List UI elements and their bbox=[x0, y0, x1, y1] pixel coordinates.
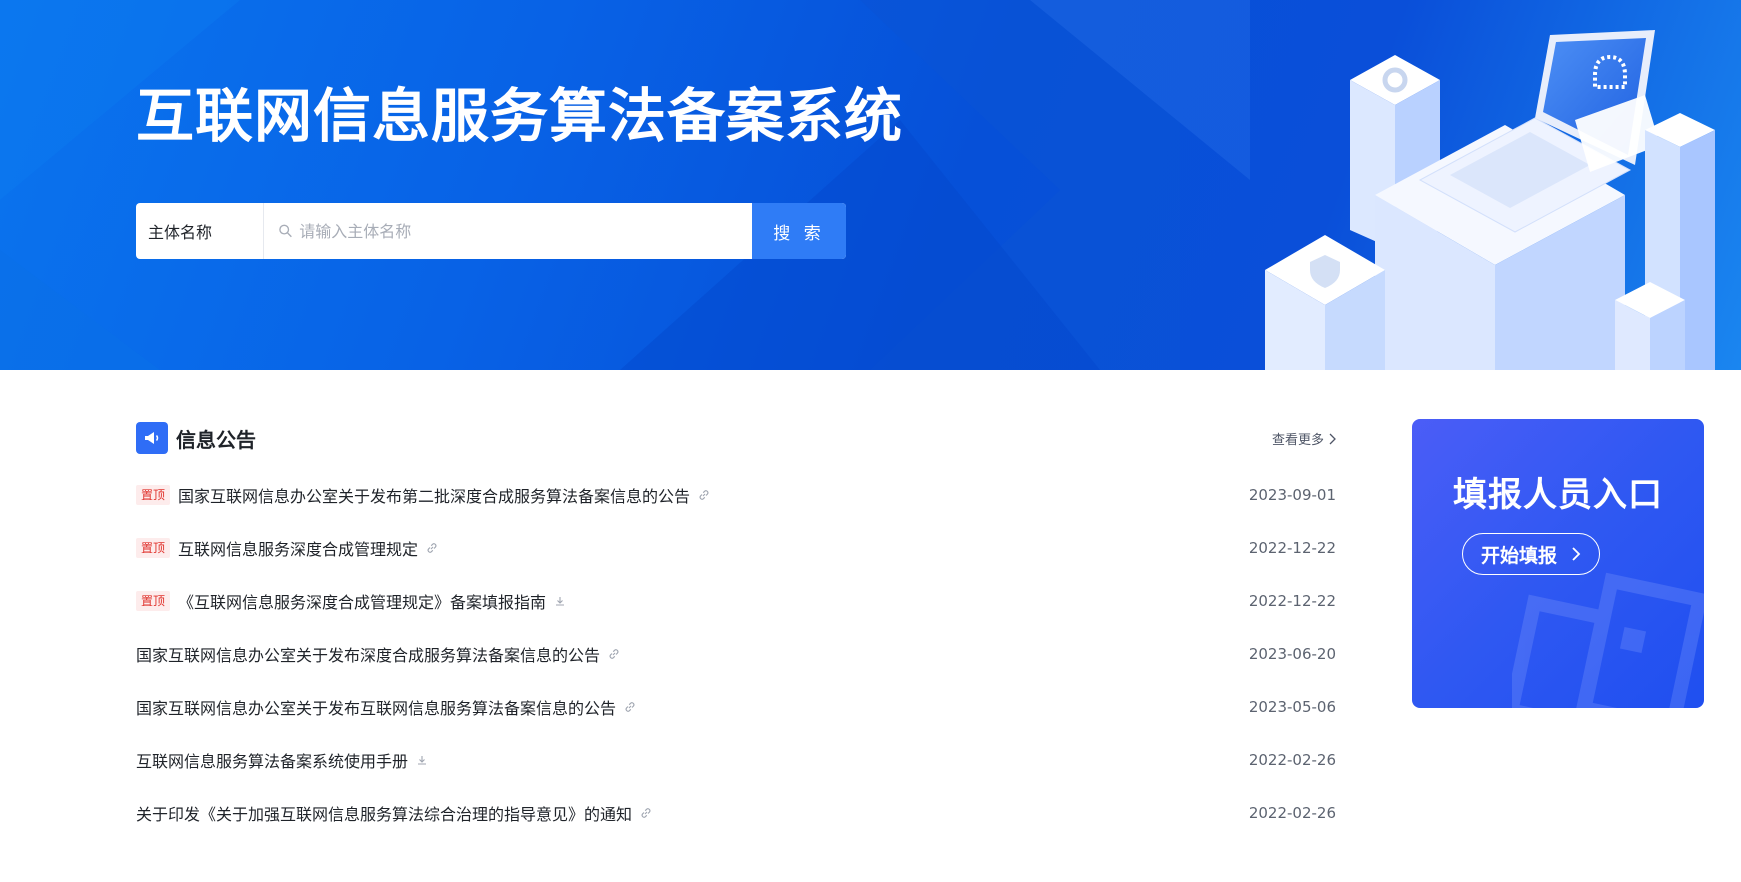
notice-date: 2023-05-06 bbox=[1248, 697, 1336, 716]
notice-date: 2022-02-26 bbox=[1248, 803, 1336, 822]
notice-header: 信息公告 查看更多 bbox=[136, 421, 1336, 455]
start-filing-label: 开始填报 bbox=[1480, 544, 1557, 567]
chevron-right-icon bbox=[1329, 433, 1336, 444]
notice-item-main: 国家互联网信息办公室关于发布深度合成服务算法备案信息的公告 bbox=[136, 642, 620, 666]
download-icon bbox=[556, 596, 565, 606]
link-icon bbox=[641, 807, 651, 818]
notice-section-title: 信息公告 bbox=[176, 428, 256, 452]
pinned-badge: 置顶 bbox=[136, 484, 171, 505]
reporter-entry-card: 填报人员入口 开始填报 bbox=[1412, 419, 1704, 708]
link-icon bbox=[625, 701, 635, 712]
search-field-wrapper bbox=[264, 203, 752, 259]
notice-date: 2023-06-20 bbox=[1248, 644, 1336, 663]
megaphone-icon bbox=[136, 422, 168, 454]
notice-item[interactable]: 置顶 互联网信息服务深度合成管理规定 2022-12-22 bbox=[136, 521, 1336, 574]
search-input[interactable] bbox=[299, 203, 752, 259]
notice-item-main: 置顶 《互联网信息服务深度合成管理规定》备案填报指南 bbox=[136, 589, 566, 613]
search-icon bbox=[279, 224, 292, 238]
link-icon bbox=[427, 542, 437, 553]
notice-item-main: 互联网信息服务算法备案系统使用手册 bbox=[136, 748, 428, 772]
notice-title-text: 国家互联网信息办公室关于发布互联网信息服务算法备案信息的公告 bbox=[136, 698, 617, 718]
building-watermark-icon bbox=[1512, 572, 1704, 708]
notice-title-text: 国家互联网信息办公室关于发布深度合成服务算法备案信息的公告 bbox=[136, 645, 601, 665]
notice-title-text: 互联网信息服务深度合成管理规定 bbox=[178, 539, 419, 559]
search-button[interactable]: 搜 索 bbox=[752, 203, 846, 259]
link-icon bbox=[699, 489, 709, 500]
notice-title-text: 《互联网信息服务深度合成管理规定》备案填报指南 bbox=[178, 592, 547, 612]
download-icon bbox=[418, 755, 427, 765]
security-illustration bbox=[1265, 30, 1715, 370]
hero-banner: 互联网信息服务算法备案系统 主体名称 搜 索 bbox=[0, 0, 1741, 370]
notice-item[interactable]: 关于印发《关于加强互联网信息服务算法综合治理的指导意见》的通知 2022-02-2… bbox=[136, 786, 1336, 839]
notice-date: 2022-12-22 bbox=[1248, 591, 1336, 610]
notice-item[interactable]: 互联网信息服务算法备案系统使用手册 2022-02-26 bbox=[136, 733, 1336, 786]
notice-item[interactable]: 置顶 《互联网信息服务深度合成管理规定》备案填报指南 2022-12-22 bbox=[136, 574, 1336, 627]
link-icon bbox=[609, 648, 619, 659]
notice-item-main: 国家互联网信息办公室关于发布互联网信息服务算法备案信息的公告 bbox=[136, 695, 636, 719]
search-bar: 主体名称 搜 索 bbox=[136, 203, 846, 259]
notice-title-text: 关于印发《关于加强互联网信息服务算法综合治理的指导意见》的通知 bbox=[136, 804, 633, 824]
pinned-badge: 置顶 bbox=[136, 537, 171, 558]
notice-item-main: 置顶 国家互联网信息办公室关于发布第二批深度合成服务算法备案信息的公告 bbox=[136, 483, 710, 507]
notice-item[interactable]: 置顶 国家互联网信息办公室关于发布第二批深度合成服务算法备案信息的公告 2023-0… bbox=[136, 468, 1336, 521]
notice-list: 置顶 国家互联网信息办公室关于发布第二批深度合成服务算法备案信息的公告 2023-0… bbox=[136, 468, 1336, 839]
notice-item-main: 置顶 互联网信息服务深度合成管理规定 bbox=[136, 536, 438, 560]
notice-date: 2022-12-22 bbox=[1248, 538, 1336, 557]
start-filing-button[interactable]: 开始填报 bbox=[1462, 533, 1600, 575]
notice-item-main: 关于印发《关于加强互联网信息服务算法综合治理的指导意见》的通知 bbox=[136, 801, 652, 825]
view-more-label: 查看更多 bbox=[1271, 433, 1324, 448]
notice-title-text: 互联网信息服务算法备案系统使用手册 bbox=[136, 751, 409, 771]
view-more-link[interactable]: 查看更多 bbox=[1272, 429, 1336, 448]
pinned-badge: 置顶 bbox=[136, 590, 171, 611]
search-type-select[interactable]: 主体名称 bbox=[136, 203, 264, 259]
notice-item[interactable]: 国家互联网信息办公室关于发布互联网信息服务算法备案信息的公告 2023-05-06 bbox=[136, 680, 1336, 733]
entry-card-title: 填报人员入口 bbox=[1453, 475, 1663, 515]
notice-date: 2022-02-26 bbox=[1248, 750, 1336, 769]
notice-date: 2023-09-01 bbox=[1248, 485, 1336, 504]
system-title: 互联网信息服务算法备案系统 bbox=[136, 82, 904, 150]
chevron-right-icon bbox=[1572, 547, 1581, 561]
notice-item[interactable]: 国家互联网信息办公室关于发布深度合成服务算法备案信息的公告 2023-06-20 bbox=[136, 627, 1336, 680]
notice-title-text: 国家互联网信息办公室关于发布第二批深度合成服务算法备案信息的公告 bbox=[178, 486, 691, 506]
